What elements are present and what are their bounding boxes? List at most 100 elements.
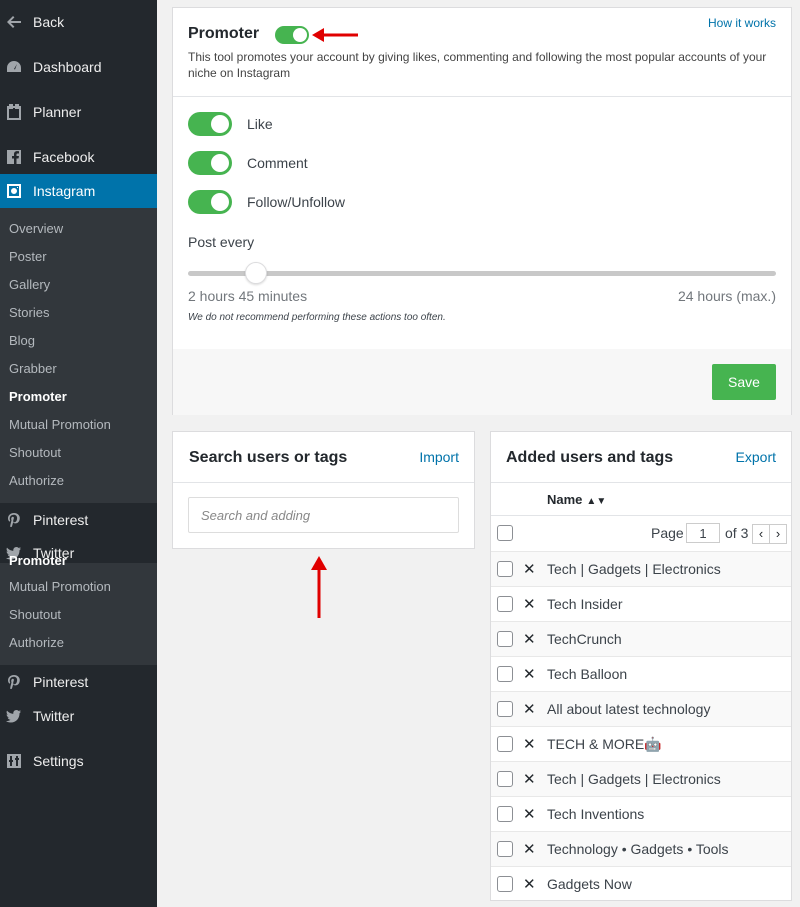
remove-icon[interactable]: ✕	[523, 735, 536, 753]
promoter-footer: Save	[173, 349, 791, 415]
row-checkbox[interactable]	[497, 736, 513, 752]
row-name: Tech Balloon	[547, 666, 628, 682]
remove-icon[interactable]: ✕	[523, 840, 536, 858]
table-row: ✕ TechCrunch	[491, 621, 791, 656]
next-page-button[interactable]: ›	[769, 524, 787, 544]
row-checkbox[interactable]	[497, 771, 513, 787]
twitter-icon	[6, 708, 22, 724]
row-checkbox[interactable]	[497, 596, 513, 612]
table-row: ✕ Tech Insider	[491, 586, 791, 621]
search-input[interactable]	[188, 497, 459, 533]
row-name: Tech Inventions	[547, 806, 645, 822]
submenu-item-gallery[interactable]: Gallery	[9, 275, 50, 295]
submenu-item-mutual-promotion[interactable]: Mutual Promotion	[9, 415, 111, 435]
sort-icon: ▲▼	[586, 496, 607, 507]
submenu-item-promoter[interactable]: Promoter	[9, 387, 67, 407]
import-link[interactable]: Import	[419, 449, 459, 465]
table-row: ✕ All about latest technology	[491, 691, 791, 726]
row-name: Tech | Gadgets | Electronics	[547, 561, 721, 577]
remove-icon[interactable]: ✕	[523, 665, 536, 683]
like-toggle[interactable]	[188, 112, 232, 136]
select-all-checkbox[interactable]	[497, 525, 513, 541]
page-total-label: of 3	[725, 525, 749, 541]
follow-unfollow-toggle[interactable]	[188, 190, 232, 214]
search-card: Search users or tags Import	[172, 431, 475, 549]
sidebar-item-instagram[interactable]: Instagram	[0, 174, 157, 208]
comment-toggle[interactable]	[188, 151, 232, 175]
remove-icon[interactable]: ✕	[523, 560, 536, 578]
page-label: Page	[651, 525, 684, 541]
pinterest-icon	[6, 512, 22, 528]
post-every-label: Post every	[188, 234, 255, 250]
sidebar-item-back[interactable]: Back	[0, 5, 157, 39]
save-button[interactable]: Save	[712, 364, 776, 400]
promoter-enable-toggle[interactable]	[275, 26, 309, 44]
submenu-item-shoutout-2[interactable]: Shoutout	[9, 605, 61, 625]
sidebar-item-label: Twitter	[33, 708, 75, 724]
prev-page-button[interactable]: ‹	[752, 524, 770, 544]
submenu-item-overview[interactable]: Overview	[9, 219, 63, 239]
row-checkbox[interactable]	[497, 561, 513, 577]
sidebar-item-twitter-2[interactable]: Twitter	[0, 699, 157, 733]
sidebar-item-facebook[interactable]: Facebook	[0, 140, 157, 174]
sidebar-item-planner[interactable]: Planner	[0, 95, 157, 129]
submenu-item-shoutout[interactable]: Shoutout	[9, 443, 61, 463]
row-checkbox[interactable]	[497, 631, 513, 647]
table-row: ✕ Tech Inventions	[491, 796, 791, 831]
row-checkbox[interactable]	[497, 701, 513, 717]
sidebar-item-pinterest[interactable]: Pinterest	[0, 503, 157, 537]
page-number-input[interactable]	[686, 523, 720, 543]
submenu-item-poster[interactable]: Poster	[9, 247, 47, 267]
submenu-item-blog[interactable]: Blog	[9, 331, 35, 351]
ghost-submenu: Promoter Mutual Promotion Shoutout Autho…	[0, 553, 157, 665]
name-column-header[interactable]: Name ▲▼	[547, 492, 606, 507]
sidebar-item-dashboard[interactable]: Dashboard	[0, 50, 157, 84]
arrow-left-icon	[6, 14, 22, 30]
row-name: TECH & MORE🤖	[547, 736, 662, 752]
pager-row: Page of 3 ‹ ›	[491, 516, 791, 551]
submenu-item-grabber[interactable]: Grabber	[9, 359, 57, 379]
promoter-card: Promoter How it works This tool promotes…	[172, 7, 792, 415]
how-it-works-link[interactable]: How it works	[708, 16, 776, 30]
ghost-promoter-label: Promoter	[9, 553, 67, 568]
table-row: ✕ Tech | Gadgets | Electronics	[491, 761, 791, 796]
row-name: All about latest technology	[547, 701, 711, 717]
sidebar-item-label: Settings	[33, 753, 84, 769]
sidebar-item-pinterest-2[interactable]: Pinterest	[0, 665, 157, 699]
search-card-title: Search users or tags	[189, 449, 348, 466]
submenu-item-mutual-promotion-2[interactable]: Mutual Promotion	[9, 577, 111, 597]
row-name: Gadgets Now	[547, 876, 632, 892]
table-row: ✕ Gadgets Now	[491, 866, 791, 901]
added-users-card: Added users and tags Export Name ▲▼ Page …	[490, 431, 792, 901]
remove-icon[interactable]: ✕	[523, 630, 536, 648]
post-interval-slider-track[interactable]	[188, 271, 776, 276]
table-row: ✕ Tech | Gadgets | Electronics	[491, 551, 791, 586]
remove-icon[interactable]: ✕	[523, 700, 536, 718]
frequency-warning: We do not recommend performing these act…	[188, 312, 446, 323]
remove-icon[interactable]: ✕	[523, 770, 536, 788]
instagram-submenu: Overview Poster Gallery Stories Blog Gra…	[0, 208, 157, 503]
row-name: Tech Insider	[547, 596, 623, 612]
row-checkbox[interactable]	[497, 876, 513, 892]
remove-icon[interactable]: ✕	[523, 875, 536, 893]
sidebar-item-settings[interactable]: Settings	[0, 744, 157, 778]
row-checkbox[interactable]	[497, 666, 513, 682]
sidebar-item-label: Planner	[33, 104, 82, 120]
export-link[interactable]: Export	[736, 449, 776, 465]
table-row: ✕ Technology • Gadgets • Tools	[491, 831, 791, 866]
sidebar-item-label: Facebook	[33, 149, 95, 165]
remove-icon[interactable]: ✕	[523, 595, 536, 613]
remove-icon[interactable]: ✕	[523, 805, 536, 823]
submenu-item-authorize-2[interactable]: Authorize	[9, 633, 64, 653]
annotation-arrow-left	[312, 28, 358, 42]
row-checkbox[interactable]	[497, 806, 513, 822]
post-interval-slider-handle[interactable]	[244, 262, 267, 284]
name-column-label: Name	[547, 492, 583, 507]
divider	[491, 482, 791, 483]
submenu-item-stories[interactable]: Stories	[9, 303, 49, 323]
submenu-item-authorize[interactable]: Authorize	[9, 471, 64, 491]
sidebar-item-label: Instagram	[33, 183, 96, 199]
annotation-arrow-up	[311, 556, 327, 618]
sidebar-item-label: Back	[33, 14, 65, 30]
row-checkbox[interactable]	[497, 841, 513, 857]
